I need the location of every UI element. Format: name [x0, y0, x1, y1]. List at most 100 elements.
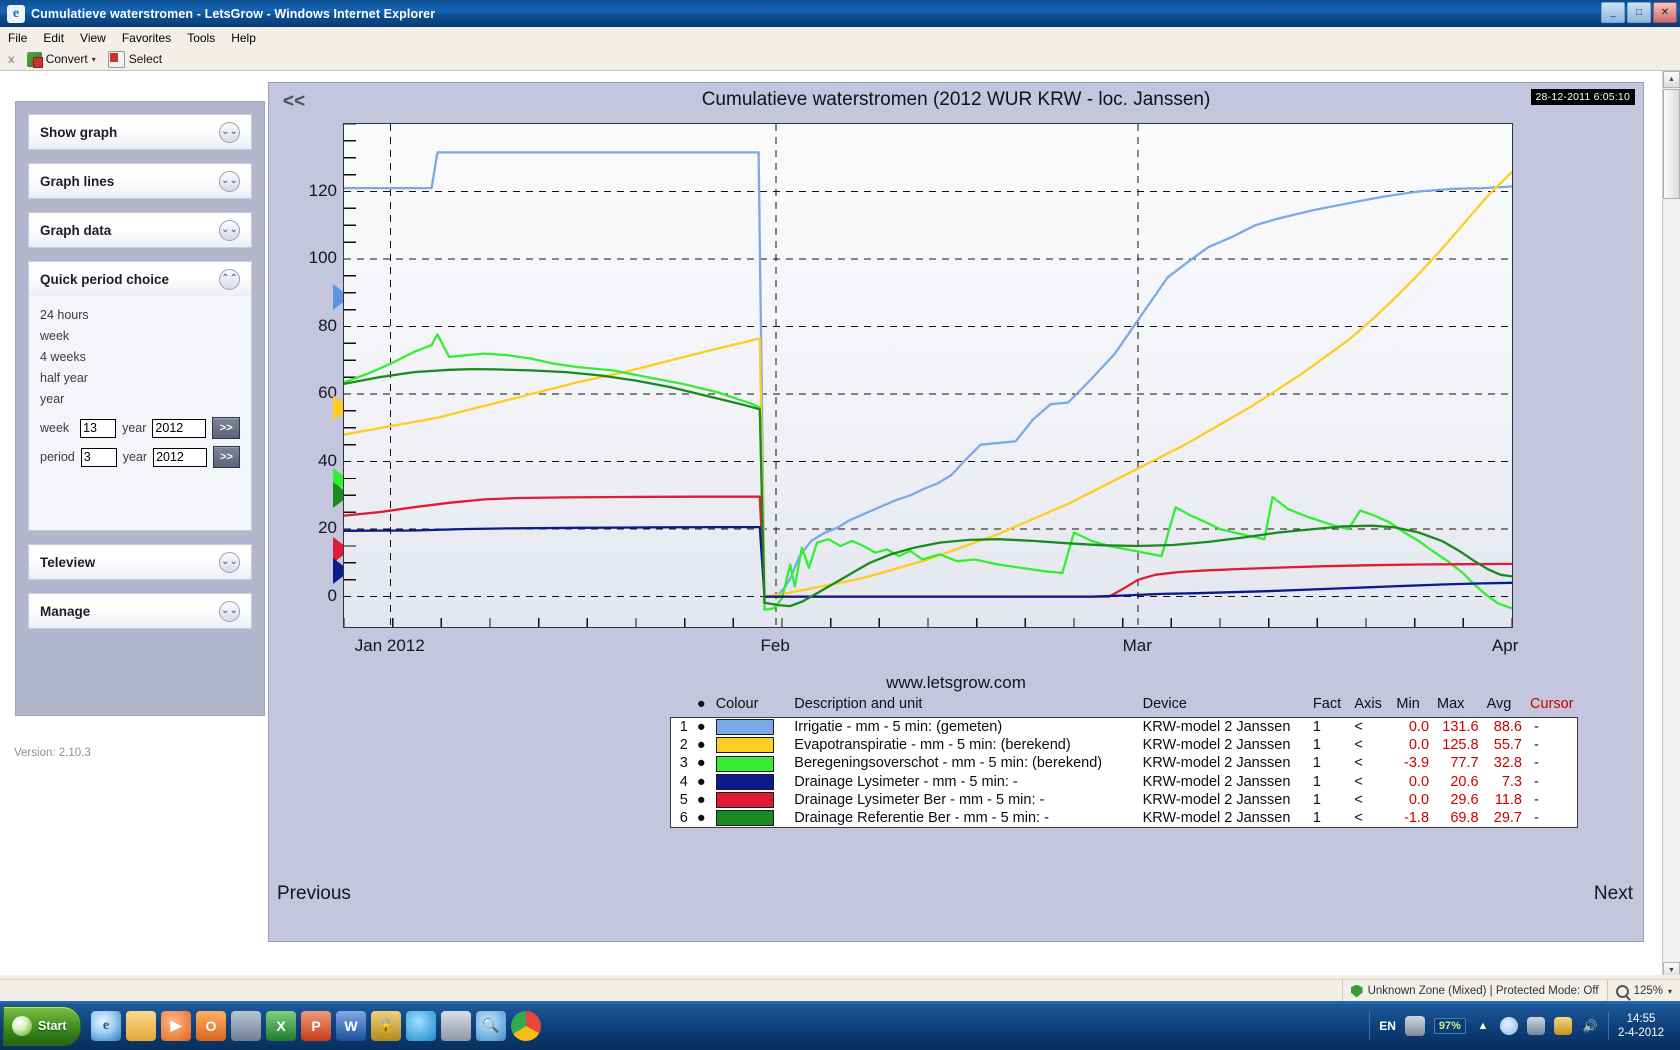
legend-header-avg: Avg: [1486, 696, 1512, 712]
menu-favorites[interactable]: Favorites: [122, 31, 171, 45]
up-arrow-icon[interactable]: ▲: [1475, 1018, 1491, 1034]
legend-row-dot[interactable]: ●: [691, 809, 712, 828]
legend-row[interactable]: 4 ● Drainage Lysimeter - mm - 5 min: - KRW-…: [671, 773, 1578, 791]
week-year-input[interactable]: [152, 418, 207, 438]
menu-view[interactable]: View: [80, 31, 106, 45]
period-year-label: year: [122, 450, 148, 464]
scrollbar-thumb[interactable]: [1663, 89, 1680, 199]
legend-row-min: 0.0: [1408, 773, 1430, 790]
chevron-down-icon[interactable]: ⌄⌄: [219, 170, 240, 192]
internet-explorer-icon[interactable]: e: [91, 1010, 121, 1041]
period-go-button[interactable]: >>: [213, 446, 240, 468]
period-link-24-hours[interactable]: 24 hours: [40, 305, 240, 326]
addon-toolbar: x Convert ▾ Select: [0, 48, 1680, 71]
period-link-4-weeks[interactable]: 4 weeks: [40, 347, 240, 368]
search-icon[interactable]: 🔍: [476, 1010, 506, 1041]
period-link-week[interactable]: week: [40, 326, 240, 347]
legend-row[interactable]: 5 ● Drainage Lysimeter Ber - mm - 5 min: -…: [671, 791, 1578, 809]
period-link-half-year[interactable]: half year: [40, 368, 240, 389]
menu-tools[interactable]: Tools: [187, 31, 215, 45]
menu-edit[interactable]: Edit: [43, 31, 64, 45]
teamviewer-icon[interactable]: [406, 1010, 436, 1041]
week-input[interactable]: [80, 418, 117, 438]
minimize-button[interactable]: _: [1601, 2, 1625, 23]
legend-row[interactable]: 6 ● Drainage Referentie Ber - mm - 5 min: …: [671, 809, 1578, 828]
outlook-icon[interactable]: O: [196, 1010, 226, 1041]
legend-row-cursor: -: [1533, 755, 1539, 772]
legend-row-description: Beregeningsoverschot - mm - 5 min: (bere…: [794, 755, 1103, 772]
powerpoint-icon[interactable]: P: [301, 1010, 331, 1041]
close-button[interactable]: ✕: [1653, 2, 1677, 23]
previous-button[interactable]: Previous: [277, 883, 351, 905]
chevron-up-icon[interactable]: ⌃⌃: [219, 268, 240, 290]
printer-icon[interactable]: [231, 1010, 261, 1041]
chevron-down-icon[interactable]: ⌄⌄: [219, 219, 240, 241]
legend-row-axis[interactable]: <: [1350, 791, 1392, 809]
legend-row-dot[interactable]: ●: [691, 736, 712, 754]
page-scrollbar[interactable]: ▲ ▼: [1662, 71, 1680, 979]
printer-tray-icon[interactable]: [1526, 1016, 1545, 1035]
legend-row-dot[interactable]: ●: [691, 718, 712, 737]
legend-row-dot[interactable]: ●: [691, 773, 712, 791]
period-row: period year >>: [40, 446, 240, 468]
word-icon[interactable]: W: [336, 1010, 366, 1041]
taskbar-clock[interactable]: 14:55 2-4-2012: [1618, 1012, 1670, 1040]
excel-icon[interactable]: X: [266, 1010, 296, 1041]
legend-row-dot[interactable]: ●: [691, 791, 712, 809]
battery-indicator[interactable]: 97%: [1433, 1017, 1466, 1034]
legend-row[interactable]: 2 ● Evapotranspiratie - mm - 5 min: (berek…: [671, 736, 1578, 754]
legend-row-axis[interactable]: <: [1350, 736, 1392, 754]
menu-file[interactable]: File: [8, 31, 27, 45]
legend-row-number: 6: [679, 809, 688, 826]
toolbar-close-icon[interactable]: x: [8, 52, 15, 66]
sidebar-panel-quick-period-choice[interactable]: Quick period choice ⌃⌃ 24 hours week 4 w…: [28, 261, 252, 531]
chevron-down-icon[interactable]: ▾: [1668, 987, 1672, 996]
sidebar-panel-graph-lines[interactable]: Graph lines ⌄⌄: [28, 163, 252, 199]
chart-canvas[interactable]: [343, 123, 1513, 628]
folder-icon[interactable]: [126, 1010, 156, 1041]
zoom-control[interactable]: 125% ▾: [1606, 980, 1680, 1002]
legend-row-axis[interactable]: <: [1350, 773, 1392, 791]
menu-help[interactable]: Help: [231, 31, 256, 45]
security-zone[interactable]: Unknown Zone (Mixed) | Protected Mode: O…: [1341, 980, 1607, 1002]
period-link-year[interactable]: year: [40, 389, 240, 410]
start-button[interactable]: Start: [3, 1005, 81, 1046]
chevron-down-icon[interactable]: ⌄⌄: [219, 551, 240, 573]
maximize-button[interactable]: □: [1627, 2, 1651, 23]
flag-icon[interactable]: [1553, 1016, 1572, 1035]
x-axis-labels: Jan 2012 Feb Mar Apr: [343, 636, 1519, 666]
period-input[interactable]: [80, 447, 117, 467]
week-go-button[interactable]: >>: [212, 417, 240, 439]
sidebar: Show graph ⌄⌄ Graph lines ⌄⌄ Graph data …: [15, 101, 265, 716]
scroll-up-arrow-icon[interactable]: ▲: [1663, 71, 1680, 88]
legend-row-colour: [712, 791, 791, 809]
legend-row[interactable]: 3 ● Beregeningsoverschot - mm - 5 min: (be…: [671, 754, 1578, 772]
sidebar-panel-graph-data[interactable]: Graph data ⌄⌄: [28, 212, 252, 248]
chevron-down-icon[interactable]: ⌄⌄: [219, 121, 240, 143]
period-year-input[interactable]: [153, 447, 208, 467]
select-button[interactable]: Select: [107, 50, 162, 68]
chrome-icon[interactable]: [511, 1010, 541, 1041]
sidebar-panel-teleview[interactable]: Teleview ⌄⌄: [28, 544, 252, 580]
monitor-icon[interactable]: [1404, 1015, 1425, 1036]
legend-row-axis[interactable]: <: [1350, 718, 1392, 737]
next-button[interactable]: Next: [1594, 883, 1633, 905]
lock-icon[interactable]: 🔒: [371, 1010, 401, 1041]
chevron-down-icon[interactable]: ⌄⌄: [219, 600, 240, 622]
page-content: Show graph ⌄⌄ Graph lines ⌄⌄ Graph data …: [0, 71, 1660, 979]
calculator-icon[interactable]: [441, 1010, 471, 1041]
language-indicator[interactable]: EN: [1379, 1019, 1396, 1033]
legend-row-axis[interactable]: <: [1350, 809, 1392, 828]
network-icon[interactable]: [1499, 1016, 1518, 1035]
legend-row[interactable]: 1 ● Irrigatie - mm - 5 min: (gemeten) KRW-m…: [671, 718, 1578, 737]
volume-icon[interactable]: 🔊: [1581, 1017, 1599, 1035]
sidebar-panel-show-graph[interactable]: Show graph ⌄⌄: [28, 114, 252, 150]
sidebar-panel-manage[interactable]: Manage ⌄⌄: [28, 593, 252, 629]
legend-row-max: 69.8: [1450, 809, 1479, 826]
legend-row-dot[interactable]: ●: [691, 754, 712, 772]
chevron-down-icon[interactable]: ▾: [92, 55, 96, 64]
convert-button[interactable]: Convert ▾: [26, 51, 96, 68]
media-player-icon[interactable]: ▶: [161, 1010, 191, 1041]
legend-row-min: 0.0: [1408, 737, 1430, 754]
legend-row-axis[interactable]: <: [1350, 754, 1392, 772]
